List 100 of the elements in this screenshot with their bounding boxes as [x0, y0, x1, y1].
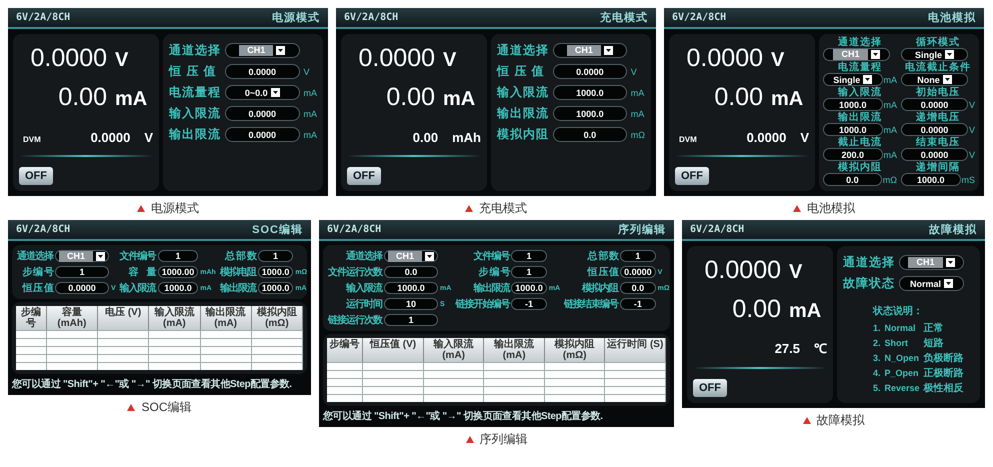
- field-label: 输入限流: [120, 281, 156, 295]
- value-field[interactable]: 0.0000: [225, 127, 300, 142]
- reading-value: 0.0000: [358, 44, 435, 73]
- value-field[interactable]: 0.0000: [901, 98, 968, 111]
- value-field[interactable]: 1000.0: [901, 173, 960, 186]
- value-field[interactable]: 0.0000: [225, 64, 300, 79]
- caption: 充电模式: [479, 200, 527, 217]
- field-label: 输入限流: [838, 87, 882, 98]
- value-field[interactable]: 0.0: [553, 127, 627, 142]
- field-label: 恒 压 值: [497, 63, 546, 80]
- dropdown[interactable]: None: [901, 73, 968, 86]
- value-field[interactable]: -1: [620, 298, 656, 310]
- value-field[interactable]: 0.0000: [901, 123, 968, 136]
- reading-unit: V: [443, 49, 458, 72]
- output-button[interactable]: OFF: [19, 167, 53, 185]
- field-label: 通道选择: [169, 42, 221, 59]
- value-field[interactable]: 200.0: [823, 148, 882, 161]
- note-number: 4.: [873, 368, 881, 378]
- dropdown[interactable]: Normal: [899, 276, 964, 291]
- value-field[interactable]: 1: [511, 250, 547, 262]
- dropdown[interactable]: Single: [823, 73, 882, 86]
- reading-value: 0.00: [58, 83, 107, 112]
- caret-icon: [96, 252, 106, 260]
- value-field[interactable]: 1000.0: [258, 282, 294, 294]
- mode-title: 故障模拟: [929, 222, 977, 237]
- value-field[interactable]: 1000.0: [384, 282, 438, 294]
- value-field[interactable]: 1: [620, 250, 656, 262]
- notes-title: 状态说明：: [873, 304, 924, 318]
- output-button[interactable]: OFF: [347, 167, 381, 185]
- dropdown[interactable]: Single: [901, 48, 968, 61]
- reading-value: 0.0000: [30, 44, 107, 73]
- value-field[interactable]: 1000.00: [158, 266, 198, 278]
- value-field[interactable]: -1: [511, 298, 547, 310]
- field-label: 输出限流: [169, 126, 221, 143]
- value-field[interactable]: 1000.0: [553, 106, 627, 121]
- value-field[interactable]: 0.0000: [553, 64, 627, 79]
- field-label: 输入限流: [497, 84, 549, 101]
- caret-icon: [946, 258, 954, 267]
- field-label: 截止电流: [838, 137, 882, 148]
- mode-title: 序列编辑: [618, 222, 666, 237]
- unit-label: V: [304, 66, 311, 76]
- mode-title: 充电模式: [600, 10, 648, 25]
- value-field[interactable]: 0.0: [823, 173, 882, 186]
- field-label: 电流截止条件: [905, 62, 971, 73]
- value-field[interactable]: 0.0000: [901, 148, 968, 161]
- value-field[interactable]: 1: [258, 250, 294, 262]
- caret-icon: [276, 46, 286, 55]
- value-field[interactable]: 1000.0: [823, 98, 882, 111]
- value-field[interactable]: 1: [511, 266, 547, 278]
- value-field[interactable]: 10: [384, 298, 438, 310]
- field-label: 输出限流: [220, 281, 256, 295]
- model-label: 6V/2A/8CH: [344, 12, 398, 23]
- field-label: 通道选择: [345, 250, 382, 263]
- note-number: 2.: [873, 338, 881, 348]
- field-label: 模拟内阻: [838, 162, 882, 173]
- mode-title: 电池模拟: [928, 10, 976, 25]
- value-field[interactable]: 0.0000: [620, 266, 656, 278]
- field-label: 电流量程: [838, 62, 882, 73]
- unit-label: mΩ: [882, 174, 897, 184]
- caption: 故障模拟: [816, 412, 864, 429]
- field-label: 递增间隔: [916, 162, 960, 173]
- output-button[interactable]: OFF: [693, 379, 727, 397]
- reading-value: 0.00: [386, 83, 435, 112]
- field-label: 初始电压: [916, 87, 960, 98]
- value-field[interactable]: 1000.0: [823, 123, 882, 136]
- dropdown[interactable]: 0~0.0: [225, 85, 300, 100]
- note-name: P_Open: [884, 368, 920, 378]
- caption: SOC编辑: [141, 399, 192, 416]
- unit-label: mA: [304, 130, 317, 140]
- field-label: 容 量: [128, 265, 156, 279]
- value-field[interactable]: 1: [158, 250, 198, 262]
- value-field[interactable]: 1000.0: [511, 282, 547, 294]
- reading-value: 0.00: [714, 83, 763, 112]
- field-label: 步 编 号: [478, 266, 510, 279]
- value-field[interactable]: 0.0: [384, 266, 438, 278]
- value-field[interactable]: 0.0: [620, 282, 656, 294]
- unit-label: mA: [884, 74, 897, 84]
- value-field[interactable]: 0.0000: [55, 282, 110, 294]
- field-label: 电流量程: [169, 84, 221, 101]
- triangle-icon: [802, 417, 810, 424]
- unit-label: mA: [630, 88, 645, 98]
- field-label: 恒 压 值: [169, 63, 218, 80]
- extra-value: 0.00: [412, 130, 438, 145]
- value-field[interactable]: 0.0000: [225, 106, 300, 121]
- value-field[interactable]: 1: [384, 314, 438, 326]
- value-field[interactable]: 1000.0: [258, 266, 294, 278]
- field-label: 链接开始编号: [455, 298, 510, 311]
- note-name: Reverse: [884, 383, 920, 393]
- value-field[interactable]: 1: [55, 266, 110, 278]
- field-label: 总 部 数: [224, 250, 256, 263]
- unit-label: V: [968, 100, 975, 110]
- column-header: 输入限流 (mA): [149, 306, 200, 330]
- unit-label: V: [630, 66, 638, 76]
- caret-icon: [945, 50, 954, 59]
- value-field[interactable]: 1000.0: [158, 282, 198, 294]
- output-button[interactable]: OFF: [675, 167, 709, 185]
- note-number: 5.: [873, 383, 881, 393]
- unit-label: mA: [884, 150, 897, 160]
- value-field[interactable]: 1000.0: [553, 85, 627, 100]
- field-label: 链接运行次数: [328, 314, 382, 327]
